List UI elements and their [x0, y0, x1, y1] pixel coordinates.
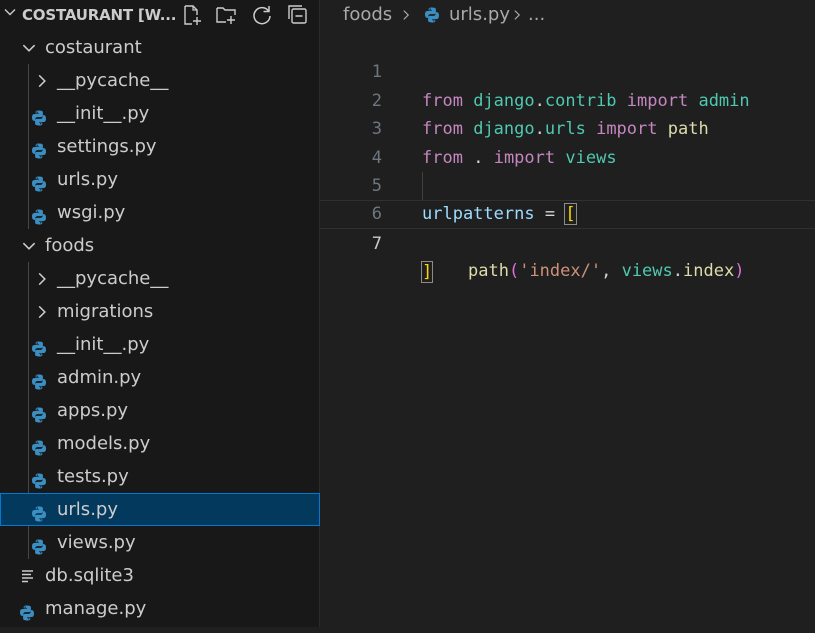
breadcrumb-folder[interactable]: foods: [343, 0, 392, 30]
tree-item-label: __init__.py: [57, 103, 150, 124]
python-icon: [30, 369, 48, 390]
code-editor[interactable]: foods urls.py ... 1 from django.contrib …: [320, 0, 815, 627]
python-icon: [30, 138, 48, 159]
breadcrumb-file[interactable]: urls.py: [449, 0, 510, 30]
chevron-right-icon: [38, 272, 46, 286]
tree-folder-foods[interactable]: foods: [0, 229, 320, 262]
python-icon: [18, 600, 36, 621]
punct: ,: [601, 261, 622, 282]
code-line: 1 from django.contrib import admin: [320, 30, 815, 110]
python-icon: [30, 336, 48, 357]
chevron-right-icon: [38, 305, 46, 319]
module: views: [621, 261, 673, 282]
breadcrumb-more[interactable]: ...: [528, 0, 545, 30]
indent-guide: [422, 171, 423, 200]
paren: ): [734, 261, 745, 282]
tree-item-label: migrations: [57, 301, 154, 322]
code-line-current: 7 ]: [320, 200, 815, 284]
tree-file-apps[interactable]: apps.py: [0, 394, 320, 427]
tree-file-views[interactable]: views.py: [0, 526, 320, 559]
tree-item-label: foods: [45, 235, 95, 256]
tree-item-label: __init__.py: [57, 334, 150, 355]
bracket-close: ]: [420, 261, 434, 284]
tree-item-label: wsgi.py: [57, 202, 126, 223]
code-text: path('index/', views.index): [468, 257, 744, 285]
new-file-icon[interactable]: [180, 3, 204, 27]
tree-folder-pycache[interactable]: __pycache__: [0, 64, 320, 97]
code-text: ]: [420, 258, 434, 286]
code-line: 4: [320, 115, 815, 168]
code-line: 5 urlpatterns = [: [320, 144, 815, 226]
code-line: 2 from django.urls import path: [320, 58, 815, 139]
python-icon: [30, 435, 48, 456]
tree-item-label: models.py: [57, 433, 151, 454]
python-icon: [30, 105, 48, 126]
tree-item-label: costaurant: [45, 37, 142, 58]
python-icon: [30, 171, 48, 192]
refresh-icon[interactable]: [250, 3, 274, 27]
text-file-icon: [22, 570, 33, 583]
python-icon: [30, 534, 48, 555]
python-icon: [30, 501, 48, 522]
chevron-down-icon[interactable]: [2, 4, 18, 20]
tree-file-db[interactable]: db.sqlite3: [0, 559, 320, 592]
code-line: 6 path('index/', views.index): [320, 171, 815, 281]
tree-item-label: urls.py: [57, 169, 118, 190]
python-icon: [30, 468, 48, 489]
string: 'index/': [519, 261, 602, 282]
tree-item-label: tests.py: [57, 466, 129, 487]
paren: (: [508, 261, 520, 282]
function-name: index: [683, 261, 735, 282]
tree-file-manage[interactable]: manage.py: [0, 592, 320, 625]
chevron-right-icon: [38, 74, 46, 88]
tree-file-admin[interactable]: admin.py: [0, 361, 320, 394]
chevron-down-icon: [22, 44, 36, 52]
tree-file-models[interactable]: models.py: [0, 427, 320, 460]
tree-item-label: __pycache__: [57, 70, 169, 91]
explorer-header[interactable]: COSTAURANT [W...: [0, 0, 320, 30]
tree-file-tests[interactable]: tests.py: [0, 460, 320, 493]
breadcrumb: foods urls.py ...: [320, 0, 815, 30]
code-line: 3 from . import views: [320, 87, 815, 167]
tree-item-label: settings.py: [57, 136, 157, 157]
tree-file-settings[interactable]: settings.py: [0, 130, 320, 163]
tree-folder-costaurant[interactable]: costaurant: [0, 31, 320, 64]
punct: .: [672, 261, 684, 282]
tree-file-wsgi[interactable]: wsgi.py: [0, 196, 320, 229]
function-name: path: [468, 261, 509, 282]
python-icon: [30, 402, 48, 423]
tree-item-label: views.py: [57, 532, 136, 553]
python-icon: [30, 204, 48, 225]
tree-folder-migrations[interactable]: migrations: [0, 295, 320, 328]
new-folder-icon[interactable]: [214, 3, 238, 27]
chevron-right-icon: [403, 10, 410, 20]
tree-file-urls-selected[interactable]: urls.py: [0, 493, 320, 526]
project-title: COSTAURANT [W...: [22, 6, 177, 24]
tree-item-label: db.sqlite3: [45, 565, 134, 586]
tree-item-label: apps.py: [57, 400, 129, 421]
python-icon: [423, 6, 441, 24]
tree-item-label: __pycache__: [57, 268, 169, 289]
collapse-all-icon[interactable]: [286, 3, 310, 27]
chevron-down-icon: [22, 242, 36, 250]
tree-file-init[interactable]: __init__.py: [0, 328, 320, 361]
tree-file-init[interactable]: __init__.py: [0, 97, 320, 130]
tree-folder-pycache[interactable]: __pycache__: [0, 262, 320, 295]
line-number: 7: [371, 233, 382, 254]
chevron-right-icon: [514, 10, 521, 20]
tree-item-label: manage.py: [45, 598, 147, 619]
tree-item-label: urls.py: [57, 499, 118, 520]
tree-item-label: admin.py: [57, 367, 142, 388]
code-area[interactable]: 1 from django.contrib import admin 2 fro…: [320, 30, 815, 284]
tree-file-urls[interactable]: urls.py: [0, 163, 320, 196]
file-tree: costaurant __pycache__ __init__.py setti…: [0, 31, 320, 625]
explorer-sidebar: COSTAURANT [W... costaurant __pycache__ …: [0, 0, 320, 627]
